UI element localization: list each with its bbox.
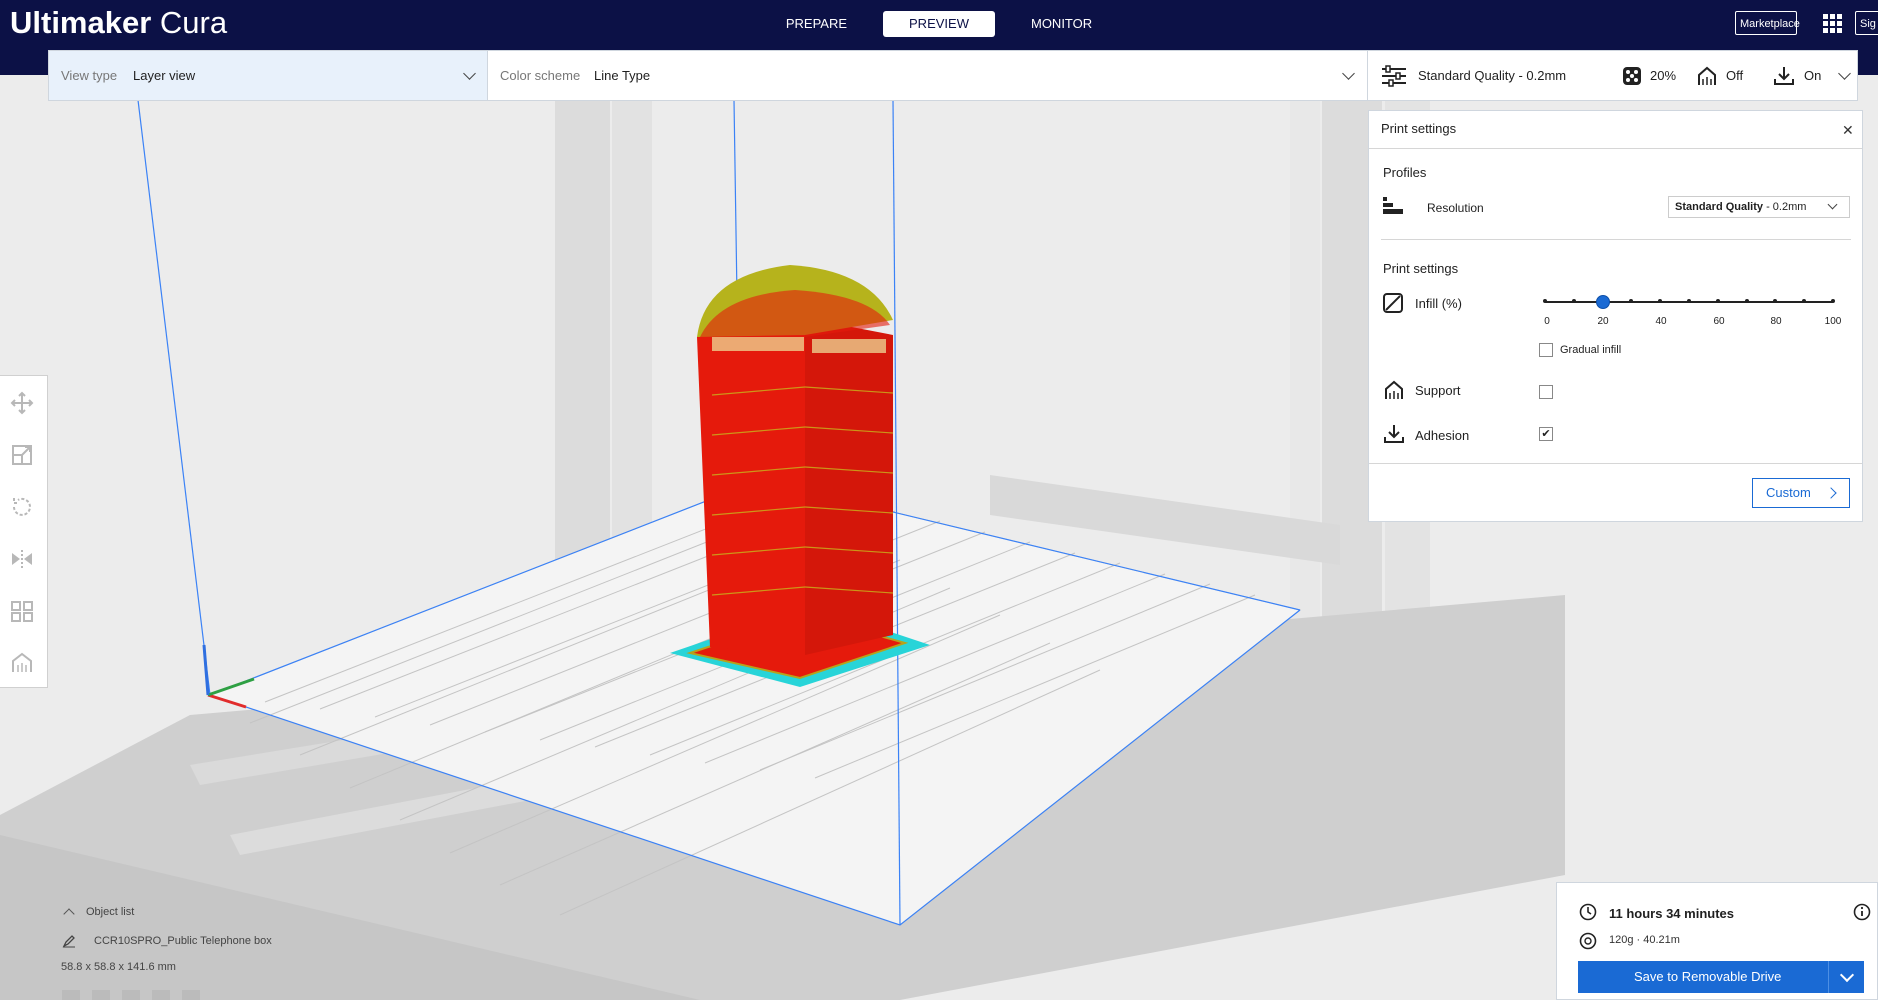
infill-tick-label: 100 [1824,316,1842,327]
view-type-value: Layer view [133,68,196,83]
print-job-card: 11 hours 34 minutes 120g · 40.21m Save t… [1556,882,1878,1000]
support-label: Support [1415,383,1461,398]
tab-monitor[interactable]: MONITOR [1003,11,1120,37]
view-type-dropdown[interactable]: View type Layer view [48,50,488,101]
resolution-label: Resolution [1427,201,1484,215]
infill-tick [1543,299,1547,303]
infill-tick-label: 80 [1770,316,1782,327]
pencil-icon [62,935,75,948]
infill-tick [1687,299,1691,303]
chevron-down-icon [1827,199,1838,210]
infill-summary: 20% [1650,68,1677,83]
print-time: 11 hours 34 minutes [1609,906,1734,921]
infill-tick [1744,299,1749,303]
print-settings-panel: Print settings ✕ Profiles Resolution Sta… [1368,110,1863,522]
infill-slider[interactable] [1543,295,1835,309]
marketplace-button[interactable]: Marketplace [1735,11,1800,35]
adhesion-icon [1384,425,1404,443]
support-blocker-icon[interactable] [10,651,34,675]
object-name[interactable]: CCR10SPRO_Public Telephone box [94,935,272,947]
per-model-settings-icon[interactable] [10,599,34,623]
custom-settings-button[interactable]: Custom [1752,478,1850,508]
support-icon [1698,66,1716,85]
infill-slider-thumb[interactable] [1595,295,1610,309]
apps-grid-icon[interactable] [1823,14,1843,34]
infill-tick [1629,299,1634,303]
color-scheme-dropdown[interactable]: Color scheme Line Type [488,50,1368,101]
resolution-dropdown[interactable]: Standard Quality - 0.2mm [1668,196,1850,218]
infill-tick [1658,299,1663,303]
support-summary: Off [1726,68,1744,83]
sign-in-button[interactable]: Sig [1855,11,1878,35]
settings-sliders-icon [1382,65,1406,87]
panel-title: Print settings [1381,121,1457,136]
infill-tick-label: 20 [1597,316,1609,327]
spool-icon [1579,932,1597,950]
tab-prepare[interactable]: PREPARE [758,11,875,37]
adhesion-checkbox[interactable]: ✔ [1539,427,1553,441]
chevron-down-icon[interactable] [1839,967,1855,983]
material-usage: 120g · 40.21m [1609,934,1680,946]
stage-tabs: PREPARE PREVIEW MONITOR [0,11,1878,37]
support-icon [1385,380,1403,399]
camera-view-icons[interactable] [62,988,212,1000]
tool-strip [0,375,48,688]
infill-tick [1802,299,1807,303]
infill-tick [1773,299,1778,303]
infill-tick [1571,299,1576,303]
infill-pattern-icon [1383,293,1403,313]
profiles-heading: Profiles [1383,165,1427,180]
divider [1369,463,1862,464]
chevron-down-icon [463,67,476,80]
infill-tick-label: 60 [1713,316,1725,327]
gradual-infill-label: Gradual infill [1560,344,1622,356]
chevron-down-icon [1838,67,1851,80]
resolution-icon [1383,197,1403,214]
tab-preview[interactable]: PREVIEW [883,11,995,37]
divider [1369,148,1862,149]
profile-summary: Standard Quality - 0.2mm [1418,68,1567,83]
adhesion-icon [1774,67,1794,85]
adhesion-label: Adhesion [1415,428,1470,443]
divider [1381,239,1851,240]
infill-tick-label: 40 [1655,316,1667,327]
infill-label: Infill (%) [1415,296,1462,311]
infill-tick [1715,299,1720,303]
info-icon[interactable] [1853,903,1871,921]
color-scheme-value: Line Type [594,68,651,83]
infill-tick-label: 0 [1544,316,1550,327]
view-type-label: View type [61,68,118,83]
move-tool-icon[interactable] [10,391,34,415]
scale-tool-icon[interactable] [10,443,34,467]
infill-tick [1831,299,1835,303]
clock-icon [1579,903,1597,921]
print-settings-summary[interactable]: Standard Quality - 0.2mm 20% Off On [1368,50,1858,101]
object-list-label[interactable]: Object list [86,906,134,918]
object-list: Object list CCR10SPRO_Public Telephone b… [0,890,400,1000]
chevron-down-icon [1342,67,1355,80]
close-icon[interactable]: ✕ [1842,122,1854,139]
chevron-right-icon [1825,487,1837,499]
color-scheme-label: Color scheme [500,68,581,83]
infill-icon [1623,67,1641,85]
object-dimensions: 58.8 x 58.8 x 141.6 mm [61,961,176,973]
mirror-tool-icon[interactable] [10,547,34,571]
rotate-tool-icon[interactable] [10,495,34,519]
chevron-up-icon[interactable] [63,908,75,920]
support-checkbox[interactable] [1539,385,1553,399]
adhesion-summary: On [1804,68,1822,83]
print-settings-heading: Print settings [1383,261,1459,276]
gradual-infill-checkbox[interactable] [1539,343,1553,357]
save-to-removable-drive-button[interactable]: Save to Removable Drive [1578,961,1864,993]
